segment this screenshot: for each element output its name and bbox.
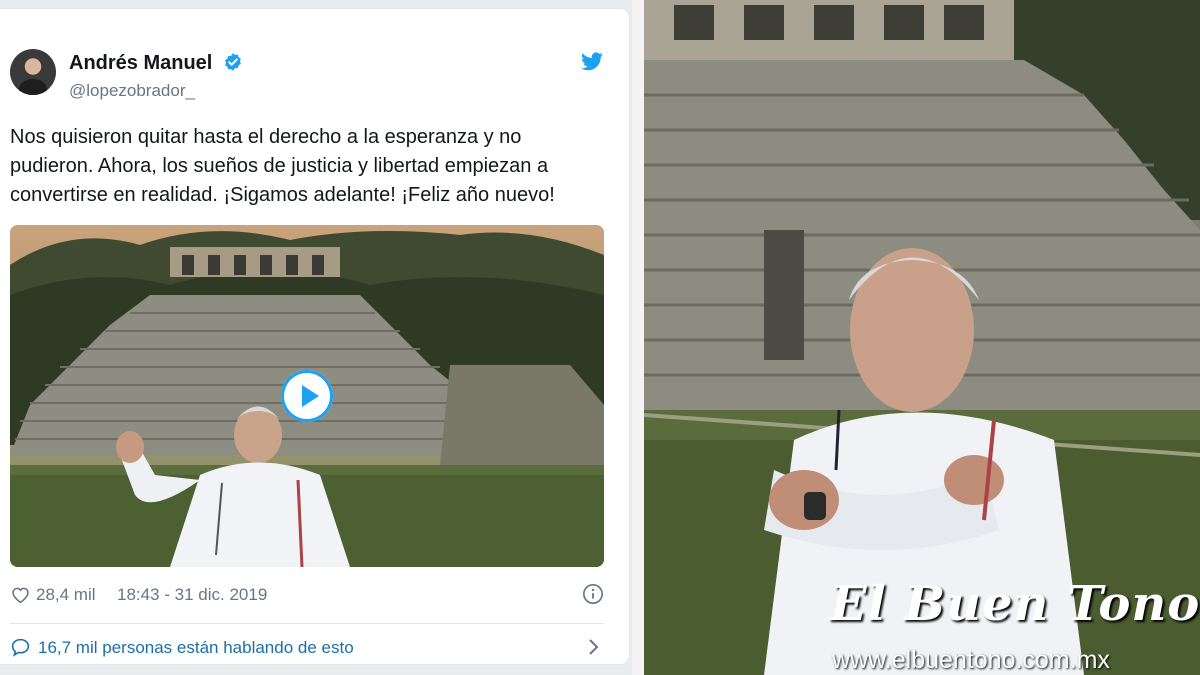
info-icon[interactable] [582, 583, 604, 605]
tweet-meta: 28,4 mil 18:43 - 31 dic. 2019 [10, 583, 610, 607]
panel-divider [632, 0, 644, 675]
watermark-url: www.elbuentono.com.mx [832, 646, 1110, 674]
conversation-text: 16,7 mil personas están hablando de esto [38, 638, 354, 657]
timestamp[interactable]: 18:43 - 31 dic. 2019 [117, 585, 267, 605]
tweet-card: Andrés Manuel @lopezobrador_ Nos quisier… [0, 8, 630, 665]
like-count: 28,4 mil [36, 585, 96, 604]
chevron-right-icon [589, 639, 599, 655]
tweet-text: Nos quisieron quitar hasta el derecho a … [10, 126, 555, 206]
play-button[interactable] [281, 370, 333, 422]
tweet-panel: Andrés Manuel @lopezobrador_ Nos quisier… [0, 0, 641, 675]
divider [10, 623, 604, 624]
conversation-link[interactable]: 16,7 mil personas están hablando de esto [10, 635, 604, 661]
avatar[interactable] [10, 49, 56, 95]
watermark-title: El Buen Tono [830, 576, 1200, 632]
comment-icon [11, 638, 30, 657]
verified-icon [225, 53, 241, 71]
tweet-video[interactable] [10, 225, 604, 567]
temple-photo [644, 0, 1200, 675]
display-name[interactable]: Andrés Manuel [69, 51, 212, 75]
video-still-photo [644, 0, 1200, 675]
heart-icon[interactable] [10, 584, 31, 605]
user-handle[interactable]: @lopezobrador_ [69, 80, 195, 102]
twitter-bird-icon[interactable] [580, 50, 604, 74]
